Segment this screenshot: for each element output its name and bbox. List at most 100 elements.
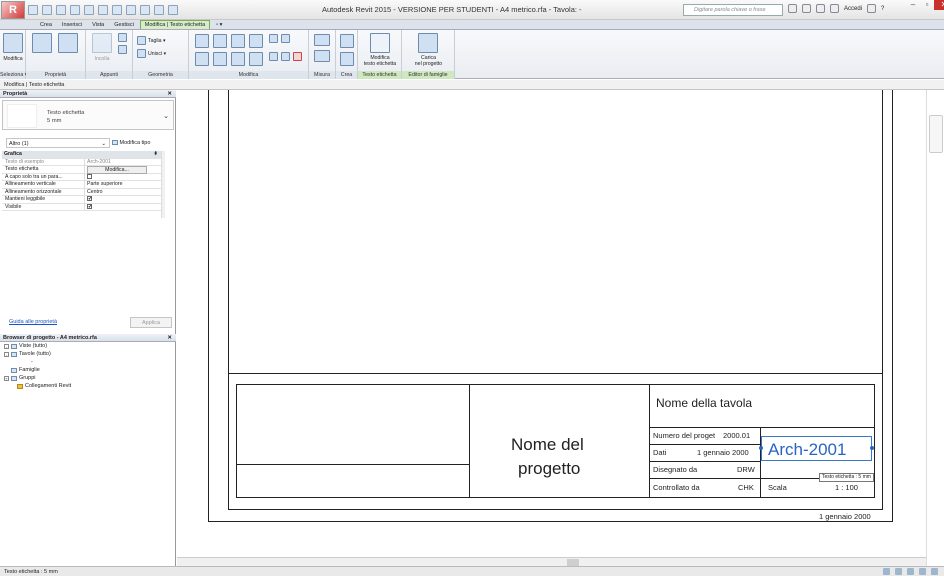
maximize-button[interactable]: ▫ (920, 0, 934, 10)
project-name-line1[interactable]: Nome del (511, 435, 584, 455)
browser-node[interactable]: Collegamenti Revit (10, 383, 71, 389)
create-similar-icon[interactable] (340, 52, 354, 66)
browser-node[interactable]: - Tavole (tutto) (4, 351, 51, 357)
horizontal-scrollbar[interactable] (177, 557, 926, 566)
property-value[interactable]: Centro (84, 188, 162, 196)
redo-icon[interactable] (70, 5, 80, 15)
type-selector[interactable]: Testo etichetta 5 mm ⌄ (2, 100, 174, 130)
mirror-draw-icon[interactable] (249, 34, 263, 48)
communication-icon[interactable] (802, 4, 811, 13)
close-properties-icon[interactable]: ✕ (167, 90, 172, 98)
browser-node[interactable]: Famiglie (4, 367, 40, 373)
scale-icon[interactable] (281, 52, 290, 61)
property-value[interactable]: Arch-2001 (84, 158, 162, 166)
star-icon[interactable] (816, 4, 825, 13)
load-into-project-icon[interactable] (418, 33, 438, 53)
load-project-button-line2[interactable]: nel progetto (402, 61, 455, 67)
design-options-icon[interactable] (895, 568, 902, 575)
date-value[interactable]: 1 gennaio 2000 (697, 448, 749, 457)
signin-link[interactable]: Accedi (844, 6, 862, 12)
undo-icon[interactable] (56, 5, 66, 15)
measure-icon[interactable] (84, 5, 94, 15)
worksets-icon[interactable] (883, 568, 890, 575)
search-input[interactable]: Digitare parola chiave o frase (683, 4, 783, 16)
cut-icon[interactable] (118, 33, 127, 42)
browser-node[interactable]: - Viste (tutto) (4, 343, 47, 349)
split-gap-icon[interactable] (281, 34, 290, 43)
checkbox[interactable] (87, 173, 92, 179)
expand-toggle-icon[interactable]: - (4, 343, 9, 349)
chevron-down-icon[interactable]: ⌄ (163, 112, 169, 120)
dimension-tool-icon[interactable] (314, 50, 330, 62)
dimension-icon[interactable] (98, 5, 108, 15)
join-geometry-icon[interactable] (137, 49, 146, 58)
3d-view-icon[interactable] (126, 5, 136, 15)
save-icon[interactable] (42, 5, 52, 15)
measure-tool-icon[interactable] (314, 34, 330, 46)
tab-gestisci[interactable]: Gestisci (110, 21, 138, 29)
edit-label-icon[interactable] (370, 33, 390, 53)
drawn-by-value[interactable]: DRW (737, 465, 755, 474)
delete-icon[interactable] (293, 52, 302, 61)
revit-logo-icon[interactable]: R (1, 1, 25, 19)
property-value[interactable]: Parte superiore (84, 181, 162, 189)
checkbox[interactable]: ✔ (87, 203, 92, 209)
section-icon[interactable] (140, 5, 150, 15)
horizontal-scroll-thumb[interactable] (567, 559, 579, 566)
cut-geometry-label[interactable]: Taglia ▾ (148, 38, 166, 44)
tab-inserisci[interactable]: Inserisci (58, 21, 86, 29)
copy-element-icon[interactable] (213, 52, 227, 66)
paste-icon[interactable] (92, 33, 112, 53)
properties-scrollbar[interactable] (161, 151, 165, 218)
thin-lines-icon[interactable] (154, 5, 164, 15)
property-value[interactable] (84, 173, 162, 181)
minimize-button[interactable]: – (906, 0, 920, 10)
right-grip-handle[interactable] (870, 446, 874, 450)
select-pinned-icon[interactable] (919, 568, 926, 575)
browser-node[interactable]: + Gruppi (4, 375, 36, 381)
close-button[interactable]: ✕ (934, 0, 944, 10)
property-value[interactable]: ✔ (84, 196, 162, 204)
tab-crea[interactable]: Crea (36, 21, 56, 29)
instance-filter-dropdown[interactable]: Altro (1) ⌄ (6, 138, 110, 148)
binoculars-icon[interactable] (788, 4, 797, 13)
select-links-icon[interactable] (907, 568, 914, 575)
open-icon[interactable] (28, 5, 38, 15)
ribbon-minimize-icon[interactable]: ▫ ▾ (212, 21, 226, 29)
properties-help-link[interactable]: Guida alle proprietà (9, 319, 57, 325)
sheet-number-label[interactable]: Arch-2001 (768, 440, 846, 460)
create-group-icon[interactable] (340, 34, 354, 48)
exchange-icon[interactable] (867, 4, 877, 13)
group-label-selection[interactable]: Seleziona ▾ (0, 71, 27, 79)
close-browser-icon[interactable]: ✕ (167, 334, 172, 342)
tab-vista[interactable]: Vista (88, 21, 108, 29)
text-icon[interactable] (112, 5, 122, 15)
expand-toggle-icon[interactable]: + (4, 375, 9, 381)
project-name-line2[interactable]: progetto (518, 459, 580, 479)
mirror-axis-icon[interactable] (231, 34, 245, 48)
expand-toggle-icon[interactable]: - (4, 351, 9, 357)
trim-icon[interactable] (249, 52, 263, 66)
browser-node[interactable]: - (16, 359, 33, 365)
edit-type-button[interactable]: Modifica tipo (112, 138, 174, 148)
project-number-value[interactable]: 2000.01 (723, 431, 750, 440)
move-icon[interactable] (195, 52, 209, 66)
help-button[interactable]: ? (881, 6, 884, 12)
edit-label-button-line2[interactable]: testo etichetta (358, 61, 402, 67)
align-icon[interactable] (195, 34, 209, 48)
tab-modifica-testo-etichetta[interactable]: Modifica | Testo etichetta (139, 20, 211, 29)
left-grip-handle[interactable] (759, 446, 763, 450)
split-icon[interactable] (269, 34, 278, 43)
rotate-icon[interactable] (231, 52, 245, 66)
checked-by-value[interactable]: CHK (738, 483, 754, 492)
copy-icon[interactable] (118, 45, 127, 54)
apply-button[interactable]: Applica (130, 317, 172, 328)
filter-icon[interactable] (931, 568, 938, 575)
checkbox[interactable]: ✔ (87, 196, 92, 202)
properties-icon[interactable] (32, 33, 52, 53)
user-icon[interactable] (830, 4, 839, 13)
type-properties-icon[interactable] (58, 33, 78, 53)
vertical-scrollbar[interactable] (926, 90, 944, 566)
modify-arrow-icon[interactable] (3, 33, 23, 53)
offset-icon[interactable] (213, 34, 227, 48)
